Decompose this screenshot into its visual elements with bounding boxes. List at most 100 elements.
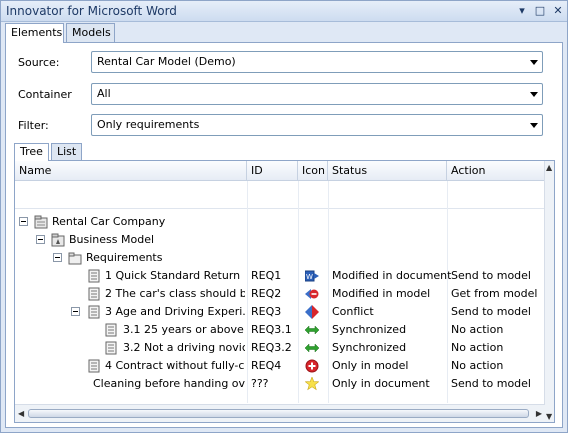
sync-status: Only in model <box>332 359 409 372</box>
conflict-icon <box>305 305 319 319</box>
tab-tree[interactable]: Tree <box>14 143 49 161</box>
modified-in-model-icon <box>305 289 319 299</box>
sync-status: Modified in document <box>332 269 452 282</box>
sync-action[interactable]: No action <box>451 339 503 357</box>
collapse-toggle[interactable] <box>71 307 80 316</box>
container-value: All <box>97 87 111 100</box>
tree-row[interactable]: Business Model <box>15 231 545 249</box>
element-id: ??? <box>251 377 269 390</box>
column-header-id[interactable]: ID <box>247 161 298 181</box>
window-title: Innovator for Microsoft Word <box>6 4 177 18</box>
sync-action[interactable]: Send to model <box>451 303 531 321</box>
horizontal-scroll-thumb[interactable] <box>28 409 529 418</box>
tab-elements[interactable]: Elements <box>5 23 64 43</box>
tree-row[interactable]: 2 The car's class should b... REQ2 Modif… <box>15 285 545 303</box>
tree-row[interactable]: Cleaning before handing over ??? Only in… <box>15 375 545 393</box>
tree-row[interactable]: 3.2 Not a driving novice REQ3.2 Synchron… <box>15 339 545 357</box>
column-header-action[interactable]: Action <box>447 161 545 181</box>
scroll-left-icon[interactable]: ◀ <box>18 409 24 418</box>
model-icon <box>51 233 65 247</box>
element-id: REQ3.2 <box>251 341 292 354</box>
element-id: REQ3 <box>251 305 282 318</box>
source-dropdown[interactable]: Rental Car Model (Demo) <box>91 51 543 73</box>
tree-row[interactable]: 3.1 25 years or above REQ3.1 Synchronize… <box>15 321 545 339</box>
sync-action[interactable]: Send to model <box>451 375 531 393</box>
container-dropdown[interactable]: All <box>91 83 543 105</box>
requirement-icon <box>88 305 100 319</box>
tree-node-label: Rental Car Company <box>52 215 166 228</box>
horizontal-scrollbar[interactable]: ◀ ▶ <box>15 404 545 422</box>
requirement-icon <box>105 323 117 337</box>
tree-row[interactable]: 3 Age and Driving Experi... REQ3 Conflic… <box>15 303 545 321</box>
element-id: REQ1 <box>251 269 282 282</box>
tree-row[interactable]: 1 Quick Standard Return REQ1 W Modified … <box>15 267 545 285</box>
collapse-toggle[interactable] <box>19 217 28 226</box>
sync-status: Synchronized <box>332 341 407 354</box>
tree-row[interactable]: 4 Contract without fully-c... REQ4 Only … <box>15 357 545 375</box>
sync-action[interactable]: Get from model <box>451 285 537 303</box>
chevron-down-icon <box>530 60 538 65</box>
tree-node-label: 3.2 Not a driving novice <box>123 341 245 354</box>
tree-node-label: 3 Age and Driving Experi... <box>105 305 245 318</box>
title-bar: Innovator for Microsoft Word ▾ □ ✕ <box>1 1 567 22</box>
scroll-up-icon[interactable]: ▲ <box>546 163 552 172</box>
element-id: REQ3.1 <box>251 323 292 336</box>
column-header-status[interactable]: Status <box>328 161 447 181</box>
chevron-down-icon <box>530 92 538 97</box>
folder-icon <box>68 252 82 265</box>
grid-header: Name ID Icon Status Action <box>15 161 545 181</box>
element-tree-grid: Name ID Icon Status Action Rental Car Co… <box>14 160 555 423</box>
synchronized-icon <box>305 325 319 335</box>
tree-node-label: 3.1 25 years or above <box>123 323 244 336</box>
elements-panel: Source: Rental Car Model (Demo) Containe… <box>5 42 563 428</box>
tab-list[interactable]: List <box>51 143 82 160</box>
sync-status: Modified in model <box>332 287 431 300</box>
tree-row[interactable]: Requirements <box>15 249 545 267</box>
add-in-window: Innovator for Microsoft Word ▾ □ ✕ Eleme… <box>0 0 568 433</box>
svg-text:W: W <box>306 273 313 281</box>
column-header-icon[interactable]: Icon <box>298 161 328 181</box>
sync-action[interactable]: No action <box>451 321 503 339</box>
chevron-down-icon <box>530 123 538 128</box>
sync-status: Synchronized <box>332 323 407 336</box>
tree-node-label: Requirements <box>86 251 163 264</box>
filter-row[interactable] <box>15 181 545 209</box>
filter-dropdown[interactable]: Only requirements <box>91 114 543 136</box>
tree-node-label: Business Model <box>69 233 155 246</box>
tree-node-label: 2 The car's class should b... <box>105 287 245 300</box>
requirement-icon <box>88 287 100 301</box>
tree-row[interactable]: Rental Car Company <box>15 213 545 231</box>
package-icon <box>34 215 48 229</box>
modified-in-document-icon: W <box>305 270 319 282</box>
tree-node-label: 4 Contract without fully-c... <box>105 359 245 372</box>
container-label: Container <box>18 88 72 101</box>
element-id: REQ2 <box>251 287 282 300</box>
tab-models[interactable]: Models <box>66 23 115 42</box>
only-in-model-icon <box>305 359 319 373</box>
maximize-button[interactable]: □ <box>533 4 547 18</box>
source-value: Rental Car Model (Demo) <box>97 55 236 68</box>
filter-label: Filter: <box>18 119 49 132</box>
collapse-toggle[interactable] <box>53 253 62 262</box>
requirement-icon <box>88 269 100 283</box>
requirement-icon <box>88 359 100 373</box>
scroll-down-icon[interactable]: ▼ <box>546 412 552 421</box>
element-id: REQ4 <box>251 359 282 372</box>
requirement-icon <box>105 341 117 355</box>
vertical-scrollbar[interactable]: ▲ ▼ <box>544 161 554 422</box>
sync-action[interactable]: Send to model <box>451 267 531 285</box>
dropdown-menu-button[interactable]: ▾ <box>515 4 529 18</box>
synchronized-icon <box>305 343 319 353</box>
tree-node-label: 1 Quick Standard Return <box>105 269 241 282</box>
sync-status: Only in document <box>332 377 430 390</box>
sync-action[interactable]: No action <box>451 357 503 375</box>
source-label: Source: <box>18 56 60 69</box>
filter-value: Only requirements <box>97 118 200 131</box>
tree-node-label: Cleaning before handing over <box>93 377 245 390</box>
scroll-right-icon[interactable]: ▶ <box>536 409 542 418</box>
only-in-document-icon <box>305 377 319 391</box>
close-button[interactable]: ✕ <box>551 4 565 18</box>
sync-status: Conflict <box>332 305 374 318</box>
collapse-toggle[interactable] <box>36 235 45 244</box>
column-header-name[interactable]: Name <box>15 161 247 181</box>
